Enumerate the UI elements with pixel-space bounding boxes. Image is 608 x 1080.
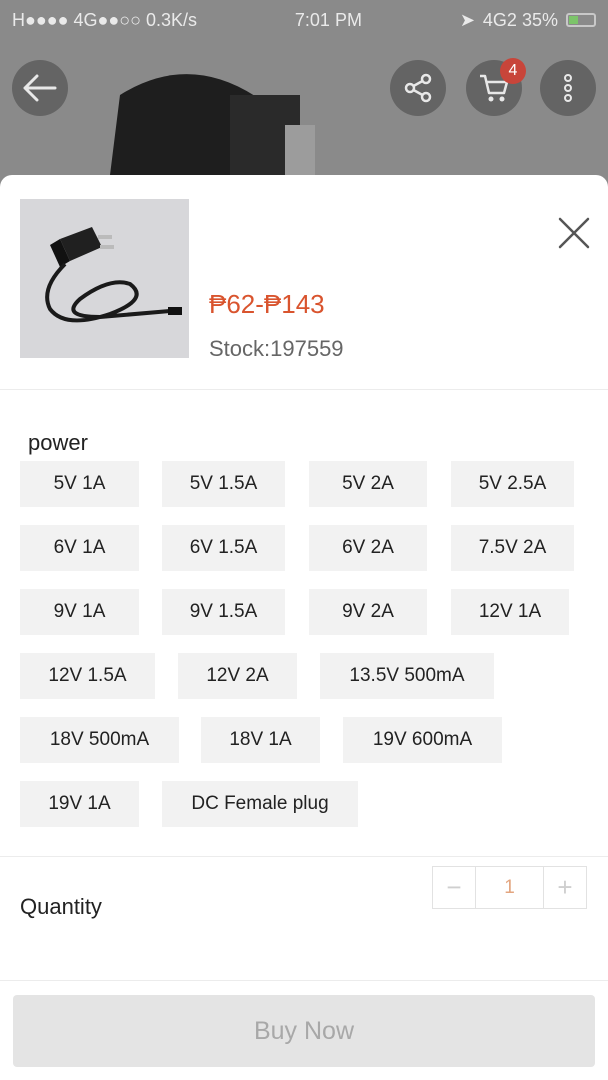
status-bar: H●●●● 4G●●○○ 0.3K/s 7:01 PM ➤ 4G2 35% bbox=[0, 0, 608, 40]
more-vertical-icon bbox=[564, 74, 572, 102]
option-chip[interactable]: 13.5V 500mA bbox=[320, 653, 494, 699]
cart-button[interactable]: 4 bbox=[466, 58, 526, 116]
quantity-label: Quantity bbox=[20, 894, 102, 919]
variant-selector-sheet: ₱62-₱143 Stock:197559 power 5V 1A 5V 1.5… bbox=[0, 175, 608, 1080]
share-icon bbox=[404, 73, 432, 103]
option-chip[interactable]: 9V 2A bbox=[309, 589, 427, 635]
option-chip[interactable]: 5V 1A bbox=[20, 461, 139, 507]
more-options-button[interactable] bbox=[540, 60, 596, 116]
option-chip[interactable]: 18V 1A bbox=[201, 717, 320, 763]
option-chip[interactable]: DC Female plug bbox=[162, 781, 358, 827]
power-adapter-image bbox=[20, 199, 189, 358]
option-chip[interactable]: 5V 2.5A bbox=[451, 461, 574, 507]
option-chip[interactable]: 12V 1.5A bbox=[20, 653, 155, 699]
option-chip[interactable]: 12V 2A bbox=[178, 653, 297, 699]
quantity-stepper: − 1 + bbox=[432, 866, 587, 909]
option-group-title: power bbox=[28, 430, 88, 455]
option-chip[interactable]: 6V 1.5A bbox=[162, 525, 285, 571]
power-options-section: power 5V 1A 5V 1.5A 5V 2A 5V 2.5A 6V 1A … bbox=[0, 390, 608, 857]
option-chip[interactable]: 6V 2A bbox=[309, 525, 427, 571]
clock: 7:01 PM bbox=[294, 9, 362, 30]
option-chip[interactable]: 19V 1A bbox=[20, 781, 139, 827]
close-button[interactable] bbox=[552, 211, 596, 255]
signal-status: H●●●● 4G●●○○ 0.3K/s bbox=[12, 9, 198, 30]
option-chip[interactable]: 9V 1.5A bbox=[162, 589, 285, 635]
option-chip[interactable]: 5V 2A bbox=[309, 461, 427, 507]
share-button[interactable] bbox=[390, 60, 446, 116]
buy-now-button[interactable]: Buy Now bbox=[13, 995, 595, 1067]
option-chip[interactable]: 19V 600mA bbox=[343, 717, 502, 763]
cart-count-badge: 4 bbox=[500, 58, 526, 84]
back-button[interactable] bbox=[12, 60, 68, 116]
option-chip[interactable]: 7.5V 2A bbox=[451, 525, 574, 571]
background-product-page: H●●●● 4G●●○○ 0.3K/s 7:01 PM ➤ 4G2 35% 4 bbox=[0, 0, 608, 200]
option-chip[interactable]: 12V 1A bbox=[451, 589, 569, 635]
price-range: ₱62-₱143 bbox=[209, 289, 325, 319]
quantity-row: Quantity − 1 + bbox=[0, 857, 608, 981]
sheet-header: ₱62-₱143 Stock:197559 bbox=[0, 175, 608, 390]
arrow-left-icon bbox=[23, 74, 57, 102]
option-chip[interactable]: 18V 500mA bbox=[20, 717, 179, 763]
location-arrow-icon: ➤ bbox=[459, 9, 475, 30]
increment-button[interactable]: + bbox=[544, 867, 586, 908]
option-chip[interactable]: 5V 1.5A bbox=[162, 461, 285, 507]
stock-count: Stock:197559 bbox=[209, 336, 344, 361]
option-chip[interactable]: 6V 1A bbox=[20, 525, 139, 571]
close-icon bbox=[558, 217, 590, 249]
product-thumbnail bbox=[20, 199, 189, 358]
battery-icon bbox=[565, 13, 596, 27]
quantity-input[interactable]: 1 bbox=[475, 867, 544, 908]
option-chip[interactable]: 9V 1A bbox=[20, 589, 139, 635]
battery-status: ➤ 4G2 35% bbox=[460, 10, 596, 31]
decrement-button[interactable]: − bbox=[433, 867, 475, 908]
